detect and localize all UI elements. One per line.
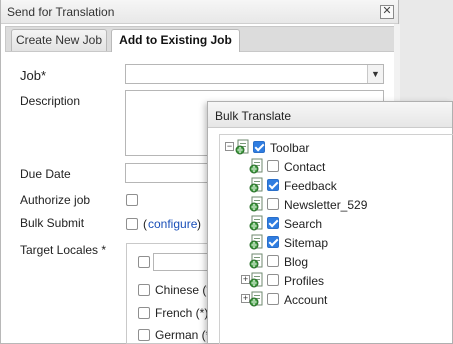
bulk-translate-title: Bulk Translate <box>215 109 292 123</box>
tree-item-label: Contact <box>284 160 326 174</box>
tree-row[interactable]: − Toolbar <box>220 139 450 157</box>
tree-row[interactable]: + Account <box>220 291 450 309</box>
tree-item-label: Search <box>284 217 323 231</box>
bulk-translate-dialog: Bulk Translate − Toolbar Contact Feedback Ne… <box>207 101 453 344</box>
tree-item-label: Newsletter_529 <box>284 198 368 212</box>
tab-add-to-existing-job[interactable]: Add to Existing Job <box>111 29 240 52</box>
locale-filter-input[interactable] <box>153 253 213 271</box>
target-locales-label: Target Locales * <box>20 243 107 257</box>
page-globe-icon <box>249 196 265 212</box>
tree-item-checkbox[interactable] <box>267 293 279 305</box>
locale-checkbox-french[interactable] <box>138 307 150 319</box>
configure-link[interactable]: configure <box>148 217 197 231</box>
close-icon[interactable]: ✕ <box>380 5 394 19</box>
tree-item-label: Sitemap <box>284 236 329 250</box>
page-globe-icon <box>249 215 265 231</box>
tab-bar: Create New Job Add to Existing Job <box>5 26 395 52</box>
page-globe-icon <box>235 139 251 155</box>
page-globe-icon <box>249 177 265 193</box>
tree-item-label: Account <box>284 293 328 307</box>
configure-open-paren: ( <box>143 217 147 231</box>
tree-row[interactable]: Sitemap <box>220 234 450 252</box>
page-globe-icon <box>249 272 265 288</box>
dialog-title: Send for Translation <box>7 5 115 19</box>
page-globe-icon <box>249 291 265 307</box>
tree-row[interactable]: Newsletter_529 <box>220 196 450 214</box>
configure-close-paren: ) <box>197 217 201 231</box>
tree-row[interactable]: + Profiles <box>220 272 450 290</box>
description-label: Description <box>20 94 81 108</box>
bulk-submit-checkbox[interactable] <box>126 218 138 230</box>
tree-item-label: Feedback <box>284 179 337 193</box>
authorize-job-checkbox[interactable] <box>126 194 138 206</box>
tree-item-checkbox[interactable] <box>267 160 279 172</box>
dialog-title-bar[interactable]: Send for Translation ✕ <box>1 0 398 24</box>
tab-create-new-job[interactable]: Create New Job <box>11 29 107 51</box>
locale-label-german: German (* <box>155 328 211 342</box>
collapse-icon[interactable]: − <box>225 142 234 151</box>
page-globe-icon <box>249 234 265 250</box>
chevron-down-icon[interactable]: ▼ <box>367 65 383 83</box>
tree-item-label: Profiles <box>284 274 325 288</box>
tree-item-checkbox[interactable] <box>267 274 279 286</box>
tree-item-label: Blog <box>284 255 309 269</box>
bulk-submit-label: Bulk Submit <box>20 216 85 230</box>
tree-row[interactable]: Search <box>220 215 450 233</box>
page-tree: − Toolbar Contact Feedback Newsletter_529 Sea… <box>219 134 453 344</box>
page-globe-icon <box>249 158 265 174</box>
tree-item-checkbox[interactable] <box>267 217 279 229</box>
tree-item-checkbox[interactable] <box>267 179 279 191</box>
tree-item-checkbox[interactable] <box>267 198 279 210</box>
tree-row[interactable]: Feedback <box>220 177 450 195</box>
job-label: Job* <box>20 68 47 83</box>
tree-item-label: Toolbar <box>270 141 310 155</box>
due-date-label: Due Date <box>20 167 71 181</box>
locale-checkbox-chinese[interactable] <box>138 284 150 296</box>
select-all-locales-checkbox[interactable] <box>138 256 150 268</box>
tree-row[interactable]: Contact <box>220 158 450 176</box>
bulk-translate-title-bar[interactable]: Bulk Translate <box>208 102 452 128</box>
locale-label-french: French (*) <box>155 306 209 320</box>
tree-row[interactable]: Blog <box>220 253 450 271</box>
authorize-job-label: Authorize job <box>20 193 91 207</box>
tree-item-checkbox[interactable] <box>253 141 265 153</box>
locale-checkbox-german[interactable] <box>138 329 150 341</box>
page-globe-icon <box>249 253 265 269</box>
tree-item-checkbox[interactable] <box>267 255 279 267</box>
target-locales-list: Chinese (* French (*) German (* <box>126 243 216 344</box>
job-select[interactable]: ▼ <box>125 64 384 84</box>
locale-label-chinese: Chinese (* <box>155 283 212 297</box>
tree-item-checkbox[interactable] <box>267 236 279 248</box>
